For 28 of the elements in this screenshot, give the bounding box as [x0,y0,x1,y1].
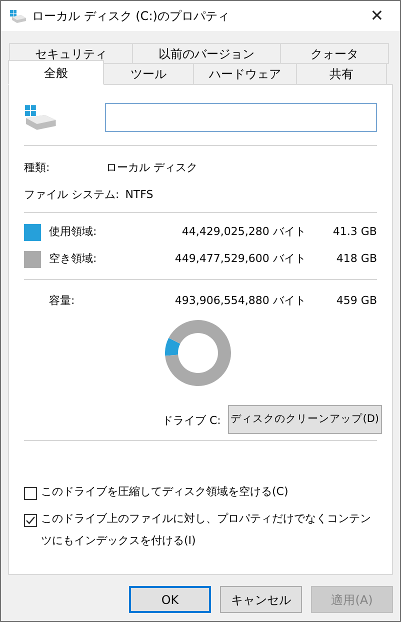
name-input[interactable] [104,102,377,132]
drive-icon [25,104,56,130]
byte-count: 44,429,025,280 バイト [180,224,306,240]
size-value: 418 GB [335,251,377,268]
dialog-button[interactable]: OK [129,586,211,613]
checkbox[interactable] [24,487,37,500]
field-value: ローカル ディスク [106,160,198,176]
byte-count: 493,906,554,880 バイト [174,292,306,309]
capacity-label: 容量: [49,292,76,309]
tab[interactable]: 全般 [8,60,104,85]
field-label: ファイル システム: [24,186,120,203]
tab[interactable]: クォータ [280,43,389,64]
space-label: 使用領域: [49,224,98,240]
field-value: NTFS [125,186,154,203]
size-value: 41.3 GB [332,224,377,240]
checkbox-label: このドライブ上のファイルに対し、プロパティだけでなくコンテンツにもインデックスを付ける(I) [41,511,372,549]
byte-count: 449,477,529,600 バイト [174,251,306,268]
dialog-button[interactable]: キャンセル [220,586,302,613]
checkbox-label: このドライブを圧縮してディスク領域を空ける(C) [41,484,290,500]
drive-label: ドライブ C: [162,412,221,428]
checkbox[interactable] [24,514,37,527]
size-value: 459 GB [335,292,377,309]
close-button[interactable]: ✕ [354,1,400,31]
space-label: 空き領域: [49,251,98,268]
field-label: 種類: [24,160,51,176]
drive-icon [10,9,26,23]
cleanup-button[interactable]: ディスクのクリーンアップ(D) [228,405,382,434]
window-title: ローカル ディスク (C:)のプロパティ [32,8,230,25]
